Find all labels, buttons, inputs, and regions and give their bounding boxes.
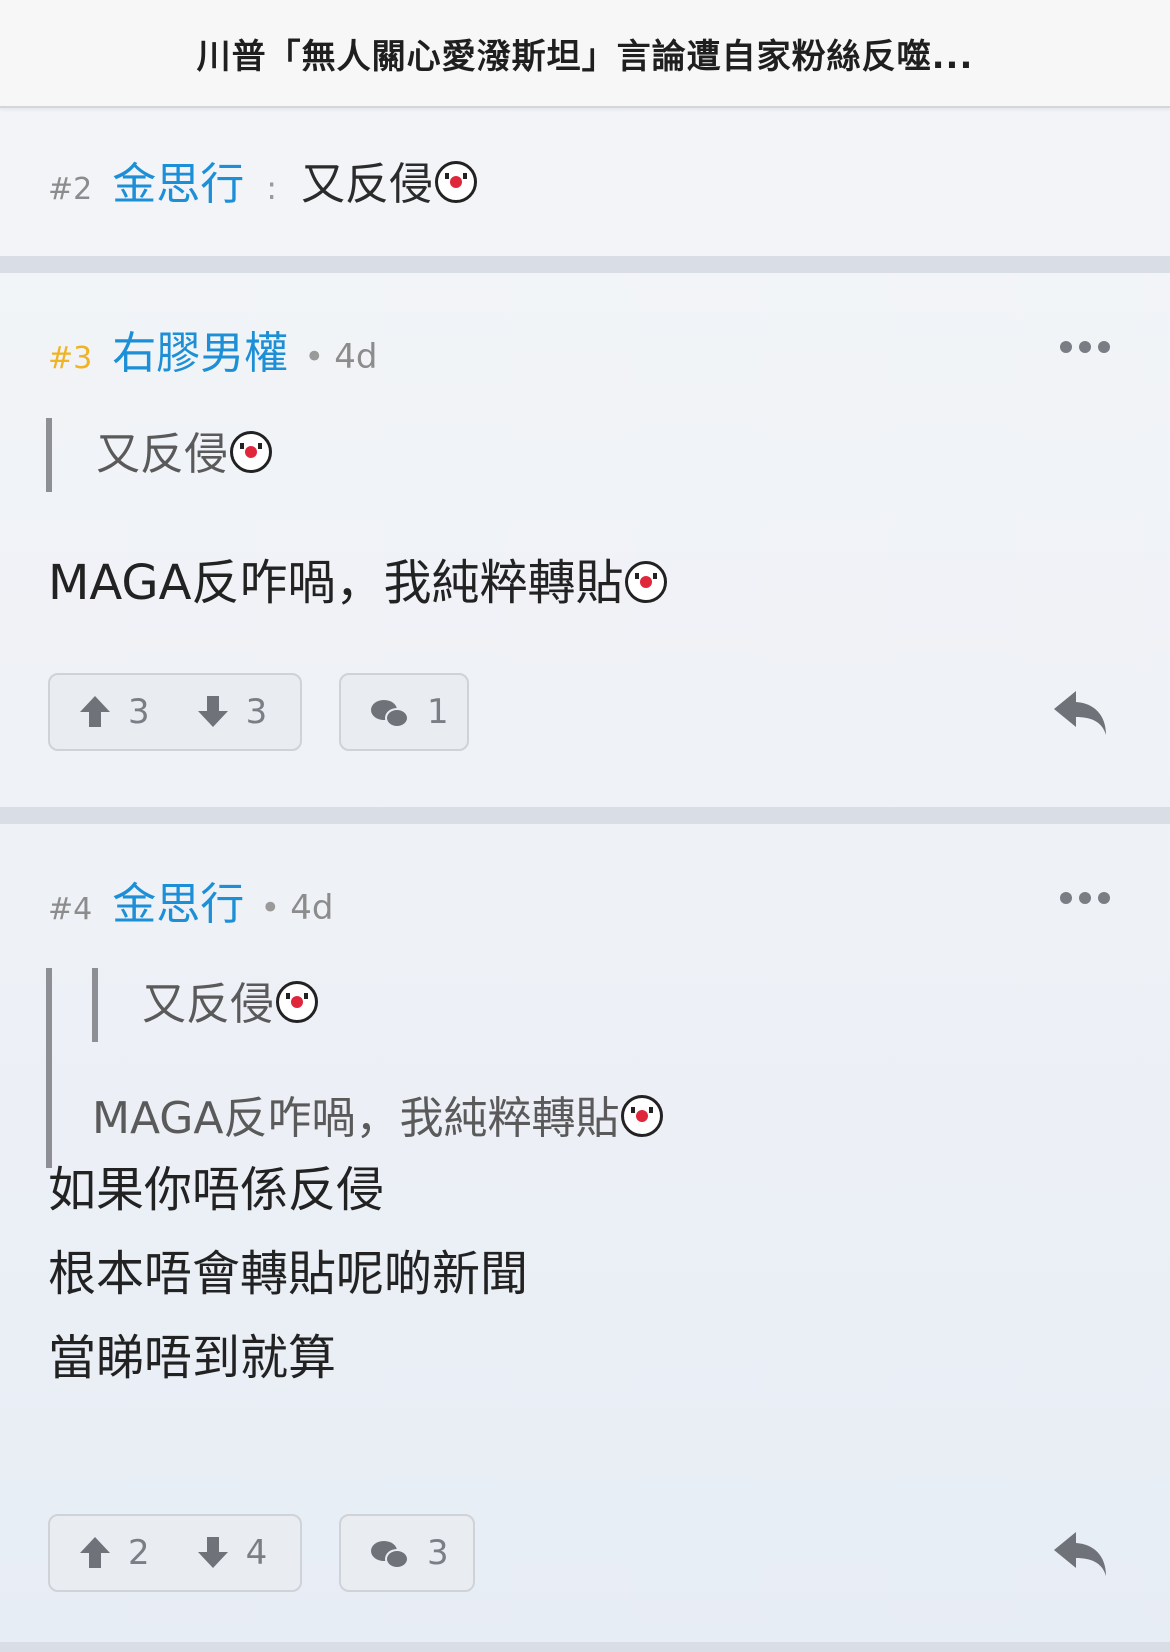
- post-2: #2 金思行 : 又反侵: [0, 108, 1170, 256]
- author-name[interactable]: 金思行: [112, 148, 244, 212]
- post-age: 4d: [334, 337, 378, 377]
- meta-dot: •: [304, 337, 325, 377]
- reply-arrow-icon[interactable]: [1050, 1528, 1110, 1578]
- clown-face-icon: [276, 981, 318, 1023]
- top-bar: 川普「無人關心愛潑斯坦」言論遭自家粉絲反噬...: [0, 0, 1170, 108]
- quote-content: MAGA反咋喎，我純粹轉貼: [92, 1093, 620, 1144]
- post-4: #4 金思行 • 4d 又反侵 MAGA反咋喎，我純粹轉貼 如果你唔係反侵 根本…: [0, 824, 1170, 1652]
- reply-arrow-icon[interactable]: [1050, 687, 1110, 737]
- upvote-button[interactable]: 2: [80, 1533, 150, 1573]
- nested-quote-content: 又反侵: [142, 979, 274, 1030]
- post-meta: #3 右膠男權 • 4d: [48, 317, 378, 381]
- clown-face-icon: [625, 561, 668, 603]
- comment-bubble-icon: [371, 1539, 409, 1569]
- post-meta: #2 金思行 : 又反侵: [48, 148, 478, 212]
- post-separator: [0, 807, 1170, 824]
- arrow-down-icon: [197, 696, 228, 728]
- downvote-button[interactable]: 3: [197, 692, 268, 732]
- comments-item: 3: [371, 1533, 449, 1573]
- post-3: #3 右膠男權 • 4d 又反侵 MAGA反咋喎，我純粹轉貼 3 3 1: [0, 273, 1170, 807]
- downvote-count: 4: [245, 1533, 268, 1573]
- arrow-down-icon: [197, 1537, 228, 1569]
- nested-quote-block: 又反侵: [92, 968, 663, 1042]
- vote-box: 3 3: [48, 673, 302, 751]
- quote-block: 又反侵: [46, 418, 272, 492]
- downvote-count: 3: [245, 692, 268, 732]
- arrow-up-icon: [80, 1537, 110, 1569]
- post-content: MAGA反咋喎，我純粹轉貼: [48, 541, 668, 625]
- clown-face-icon: [621, 1095, 664, 1137]
- floor-number: #4: [48, 892, 93, 927]
- comment-count: 1: [427, 692, 449, 732]
- quote-block: 又反侵 MAGA反咋喎，我純粹轉貼: [46, 968, 664, 1168]
- more-options-icon[interactable]: [1060, 341, 1110, 353]
- floor-number: #3: [48, 341, 93, 376]
- comment-bubble-icon: [371, 698, 409, 728]
- clown-face-icon: [230, 431, 272, 473]
- upvote-count: 2: [128, 1533, 150, 1573]
- post-content-text: MAGA反咋喎，我純粹轉貼: [48, 555, 624, 611]
- post-separator: [0, 1642, 1170, 1652]
- collapsed-content[interactable]: 又反侵: [301, 148, 478, 212]
- meta-dot: •: [260, 888, 281, 928]
- quote-text: 又反侵: [96, 418, 272, 492]
- clown-face-icon: [435, 161, 478, 203]
- content-line: 根本唔會轉貼呢啲新聞: [48, 1246, 529, 1302]
- arrow-up-icon: [80, 696, 110, 728]
- vote-box: 2 4: [48, 1514, 302, 1592]
- quote-content: 又反侵: [96, 429, 228, 480]
- author-name[interactable]: 右膠男權: [112, 317, 288, 381]
- floor-number: #2: [48, 172, 93, 207]
- post-separator: [0, 256, 1170, 273]
- comments-item: 1: [371, 692, 449, 732]
- author-name[interactable]: 金思行: [112, 868, 244, 932]
- nested-quote-text: 又反侵: [142, 968, 663, 1042]
- downvote-button[interactable]: 4: [197, 1533, 268, 1573]
- post-content: 如果你唔係反侵 根本唔會轉貼呢啲新聞 當睇唔到就算: [48, 1148, 528, 1400]
- more-options-icon[interactable]: [1060, 892, 1110, 904]
- thread-title[interactable]: 川普「無人關心愛潑斯坦」言論遭自家粉絲反噬...: [197, 29, 974, 78]
- content-line: 當睇唔到就算: [48, 1330, 337, 1386]
- comment-count: 3: [427, 1533, 449, 1573]
- comments-button[interactable]: 1: [339, 673, 469, 751]
- upvote-count: 3: [128, 692, 150, 732]
- collapsed-content-text: 又反侵: [301, 159, 434, 210]
- post-meta: #4 金思行 • 4d: [48, 868, 334, 932]
- post-age: 4d: [290, 888, 334, 928]
- colon-separator: :: [266, 169, 278, 207]
- upvote-button[interactable]: 3: [80, 692, 150, 732]
- comments-button[interactable]: 3: [339, 1514, 475, 1592]
- quote-text: MAGA反咋喎，我純粹轉貼: [92, 1084, 664, 1154]
- content-line: 如果你唔係反侵: [48, 1162, 385, 1218]
